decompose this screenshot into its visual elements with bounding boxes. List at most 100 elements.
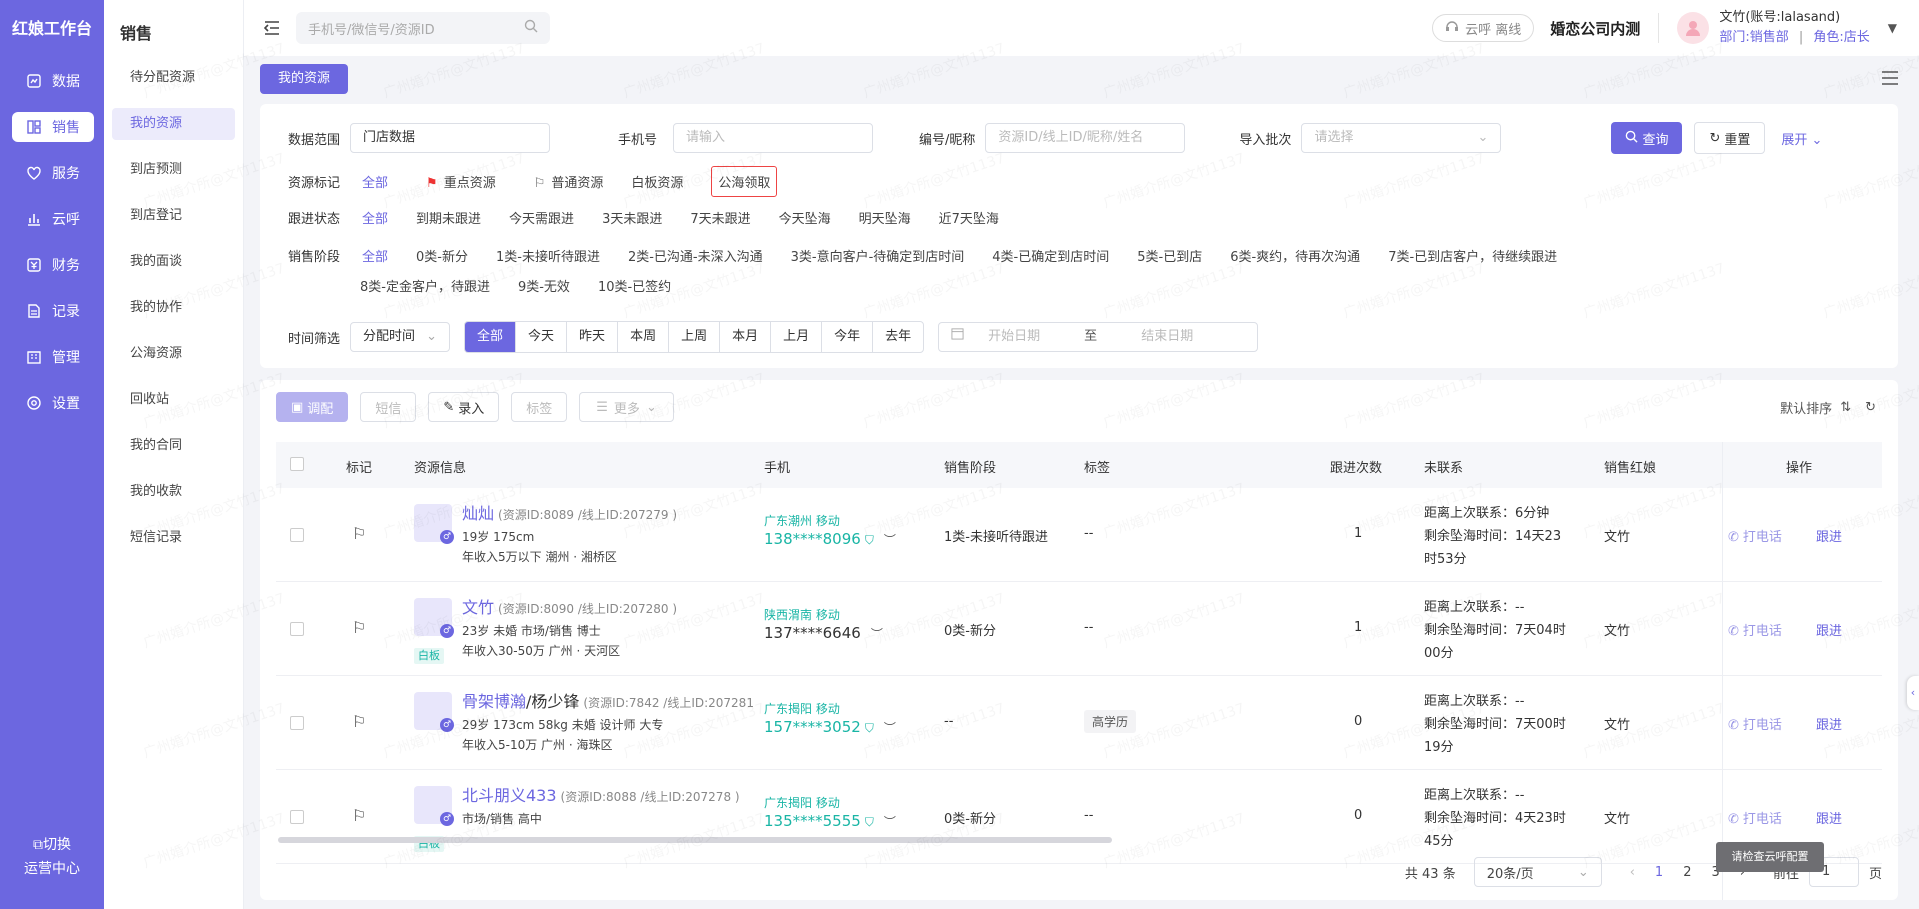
stage-opt-5[interactable]: 4类-已确定到店时间 (992, 246, 1109, 265)
stage-opt-11[interactable]: 10类-已签约 (598, 276, 671, 295)
time-opt-4[interactable]: 上周 (668, 322, 719, 352)
stage-opt-2[interactable]: 1类-未接听待跟进 (496, 246, 600, 265)
resource-name[interactable]: 骨架博瀚 (462, 692, 526, 711)
search-icon[interactable] (524, 19, 538, 37)
scope-select[interactable]: 门店数据 (350, 123, 551, 153)
subnav-item-8[interactable]: 我的合同 (112, 430, 235, 462)
follow-opt-0[interactable]: 全部 (362, 208, 388, 227)
time-opt-0[interactable]: 全部 (465, 322, 516, 352)
select-all-checkbox[interactable] (290, 457, 304, 471)
stage-opt-6[interactable]: 5类-已到店 (1137, 246, 1202, 265)
row-checkbox[interactable] (290, 810, 304, 824)
nav-item-4[interactable]: 财务 (12, 250, 94, 280)
entry-button[interactable]: ✎ 录入 (428, 392, 500, 422)
table-row[interactable]: ⚐ ♂ 骨架博瀚/杨少锋 (资源ID:7842 /线上ID:207281 29岁 173… (276, 676, 1882, 770)
mark-opt-all[interactable]: 全部 (362, 172, 388, 191)
phone-number[interactable]: 137****6646 (764, 624, 861, 642)
sms-button[interactable]: 短信 (360, 392, 417, 422)
time-opt-6[interactable]: 上月 (770, 322, 821, 352)
tab-my-resources[interactable]: 我的资源 (260, 64, 349, 94)
mark-opt-blank[interactable]: 白板资源 (631, 172, 683, 191)
collapse-menu-icon[interactable] (260, 16, 284, 40)
nav-item-2[interactable]: 服务 (12, 158, 94, 188)
flag-icon[interactable]: ⚐ (352, 618, 366, 637)
follow-opt-6[interactable]: 明天坠海 (859, 208, 911, 227)
eye-closed-icon[interactable]: ︶ (884, 815, 896, 829)
eye-closed-icon[interactable]: ︶ (884, 533, 896, 547)
phone-number[interactable]: 157****3052 (764, 718, 861, 736)
side-collapse-handle[interactable]: ‹ (1907, 676, 1919, 710)
time-opt-8[interactable]: 去年 (872, 322, 923, 352)
mark-opt-normal[interactable]: ⚐ 普通资源 (534, 172, 604, 191)
nav-item-6[interactable]: 管理 (12, 342, 94, 372)
horizontal-scrollbar[interactable] (278, 837, 1112, 843)
subnav-item-10[interactable]: 短信记录 (112, 522, 235, 554)
sort-control[interactable]: 默认排序 ⇅ ↻ (1780, 398, 1876, 417)
page-2[interactable]: 2 (1683, 865, 1691, 880)
nav-item-0[interactable]: 数据 (12, 66, 94, 96)
resource-name[interactable]: 文竹 (462, 598, 494, 617)
subnav-item-3[interactable]: 到店登记 (112, 200, 235, 232)
phone-number[interactable]: 135****5555 (764, 812, 861, 830)
phone-input[interactable]: 请输入 (673, 123, 874, 153)
stage-opt-10[interactable]: 9类-无效 (518, 276, 570, 295)
stage-opt-9[interactable]: 8类-定金客户，待跟进 (360, 276, 490, 295)
mark-opt-key[interactable]: ⚑ 重点资源 (426, 172, 496, 191)
subnav-item-0[interactable]: 待分配资源 (112, 62, 235, 94)
follow-opt-1[interactable]: 到期未跟进 (416, 208, 481, 227)
expand-button[interactable]: 展开 ⌄ (1781, 129, 1822, 148)
time-opt-3[interactable]: 本周 (617, 322, 668, 352)
code-input[interactable]: 资源ID/线上ID/昵称/姓名 (985, 123, 1186, 153)
menu-icon[interactable] (1881, 70, 1899, 86)
nav-item-1[interactable]: 销售 (12, 112, 94, 142)
time-opt-7[interactable]: 今年 (821, 322, 872, 352)
user-info[interactable]: 文竹(账号:lalasand) 部门:销售部 | 角色:店长 (1719, 8, 1869, 48)
switch-ops-center[interactable]: ⧉切换 运营中心 (0, 833, 104, 881)
prev-page-icon[interactable]: ‹ (1630, 865, 1635, 880)
user-dropdown-icon[interactable]: ▼ (1888, 21, 1897, 35)
page-size-select[interactable]: 20条/页 ⌄ (1473, 857, 1602, 887)
date-range-picker[interactable]: 开始日期 至 结束日期 (938, 322, 1259, 352)
flag-icon[interactable]: ⚐ (352, 524, 366, 543)
follow-opt-2[interactable]: 今天需跟进 (509, 208, 574, 227)
eye-closed-icon[interactable]: ︶ (884, 721, 896, 735)
row-checkbox[interactable] (290, 528, 304, 542)
eye-closed-icon[interactable]: ︶ (871, 627, 883, 641)
stage-opt-4[interactable]: 3类-意向客户-待确定到店时间 (791, 246, 965, 265)
follow-opt-3[interactable]: 3天未跟进 (602, 208, 662, 227)
table-row[interactable]: ⚐ ♂ 白板 文竹 (资源ID:8090 /线上ID:207280 ) 23岁 未婚 市场… (276, 582, 1882, 676)
subnav-item-1[interactable]: 我的资源 (112, 108, 235, 140)
subnav-item-5[interactable]: 我的协作 (112, 292, 235, 324)
stage-opt-8[interactable]: 7类-已到店客户，待继续跟进 (1388, 246, 1557, 265)
subnav-item-7[interactable]: 回收站 (112, 384, 235, 416)
more-button[interactable]: ☰ 更多 ⌄ (579, 392, 674, 422)
resource-name[interactable]: 灿灿 (462, 504, 494, 523)
page-1[interactable]: 1 (1655, 865, 1663, 880)
follow-opt-7[interactable]: 近7天坠海 (939, 208, 999, 227)
stage-opt-1[interactable]: 0类-新分 (416, 246, 468, 265)
reset-button[interactable]: ↻ 重置 (1694, 122, 1766, 154)
tag-button[interactable]: 标签 (511, 392, 568, 422)
phone-number[interactable]: 138****8096 (764, 530, 861, 548)
nav-item-3[interactable]: 云呼 (12, 204, 94, 234)
follow-opt-4[interactable]: 7天未跟进 (690, 208, 750, 227)
resource-name[interactable]: 北斗朋义433 (462, 786, 557, 805)
time-opt-5[interactable]: 本月 (719, 322, 770, 352)
time-type-select[interactable]: 分配时间 ⌄ (350, 322, 451, 352)
stage-opt-3[interactable]: 2类-已沟通-未深入沟通 (628, 246, 763, 265)
row-checkbox[interactable] (290, 622, 304, 636)
table-row[interactable]: ⚐ ♂ 灿灿 (资源ID:8089 /线上ID:207279 ) 19岁 175cm 年收… (276, 488, 1882, 582)
header-search-input[interactable]: 手机号/微信号/资源ID (296, 12, 550, 44)
user-avatar[interactable] (1677, 12, 1710, 44)
follow-opt-5[interactable]: 今天坠海 (779, 208, 831, 227)
nav-item-5[interactable]: 记录 (12, 296, 94, 326)
mark-opt-sea[interactable]: 公海领取 (711, 165, 778, 197)
time-opt-2[interactable]: 昨天 (566, 322, 617, 352)
batch-select[interactable]: 请选择 ⌄ (1301, 123, 1502, 153)
query-button[interactable]: 查询 (1611, 122, 1683, 154)
stage-opt-0[interactable]: 全部 (362, 246, 388, 265)
refresh-icon[interactable]: ↻ (1865, 400, 1876, 415)
assign-button[interactable]: ▣ 调配 (276, 392, 349, 422)
subnav-item-9[interactable]: 我的收款 (112, 476, 235, 508)
flag-icon[interactable]: ⚐ (352, 712, 366, 731)
